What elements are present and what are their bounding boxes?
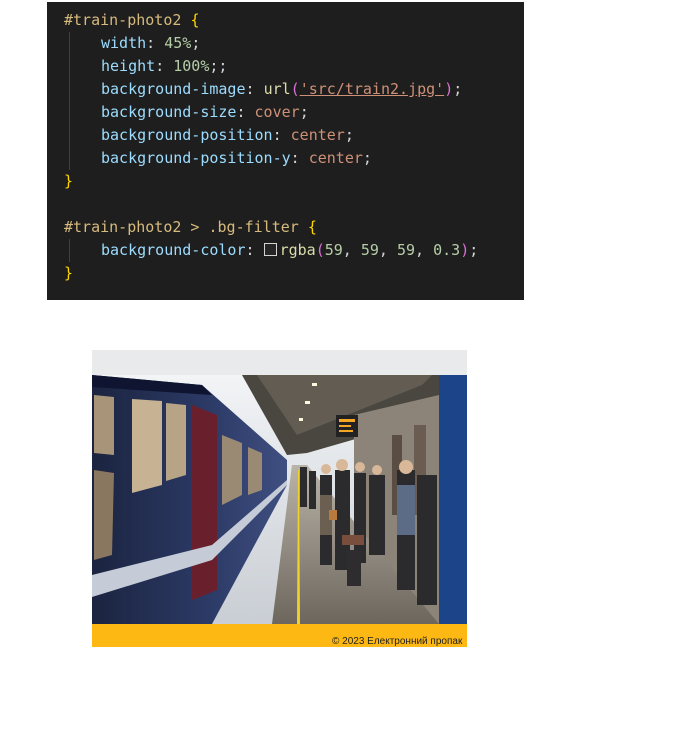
code-line-10: #train-photo2 > .bg-filter { — [64, 218, 317, 236]
property-name: background-size — [101, 103, 237, 121]
property-name: background-position-y — [101, 149, 291, 167]
code-line-12: } — [64, 264, 74, 282]
code-editor[interactable]: #train-photo2 { width: 45%; height: 100%… — [47, 2, 524, 300]
page-preview: © 2023 Електронний пропак — [92, 350, 467, 647]
property-value: center — [308, 149, 363, 167]
css-function: url — [263, 80, 291, 98]
color-swatch-icon[interactable] — [263, 243, 277, 256]
preview-header — [92, 350, 467, 375]
code-line-7: background-position-y: center; — [47, 147, 524, 170]
code-line-4: background-image: url('src/train2.jpg'); — [47, 78, 524, 101]
code-line-1: #train-photo2 { — [64, 11, 200, 29]
preview-side-panel — [439, 375, 467, 624]
code-line-3: height: 100%;; — [47, 55, 524, 78]
preview-footer: © 2023 Електронний пропак — [92, 624, 467, 647]
property-value: cover — [254, 103, 300, 121]
code-line-5: background-size: cover; — [47, 101, 524, 124]
property-name: width — [101, 34, 147, 52]
property-value: center — [290, 126, 345, 144]
property-value: 100% — [173, 57, 210, 75]
code-line-2: width: 45%; — [47, 32, 524, 55]
property-name: background-position — [101, 126, 273, 144]
property-value: 45% — [164, 34, 192, 52]
footer-copyright: © 2023 Електронний пропак — [332, 636, 463, 647]
code-line-6: background-position: center; — [47, 124, 524, 147]
css-selector: #train-photo2 — [64, 11, 182, 29]
property-name: height — [101, 57, 156, 75]
css-selector: #train-photo2 > .bg-filter — [64, 218, 299, 236]
property-name: background-image — [101, 80, 246, 98]
property-name: background-color — [101, 241, 246, 259]
train-photo — [92, 375, 439, 624]
url-link[interactable]: 'src/train2.jpg' — [300, 80, 445, 98]
code-line-11: background-color: rgba(59, 59, 59, 0.3); — [47, 239, 524, 262]
css-function: rgba — [279, 241, 316, 259]
train-platform-image — [92, 375, 439, 624]
code-line-8: } — [64, 172, 74, 190]
